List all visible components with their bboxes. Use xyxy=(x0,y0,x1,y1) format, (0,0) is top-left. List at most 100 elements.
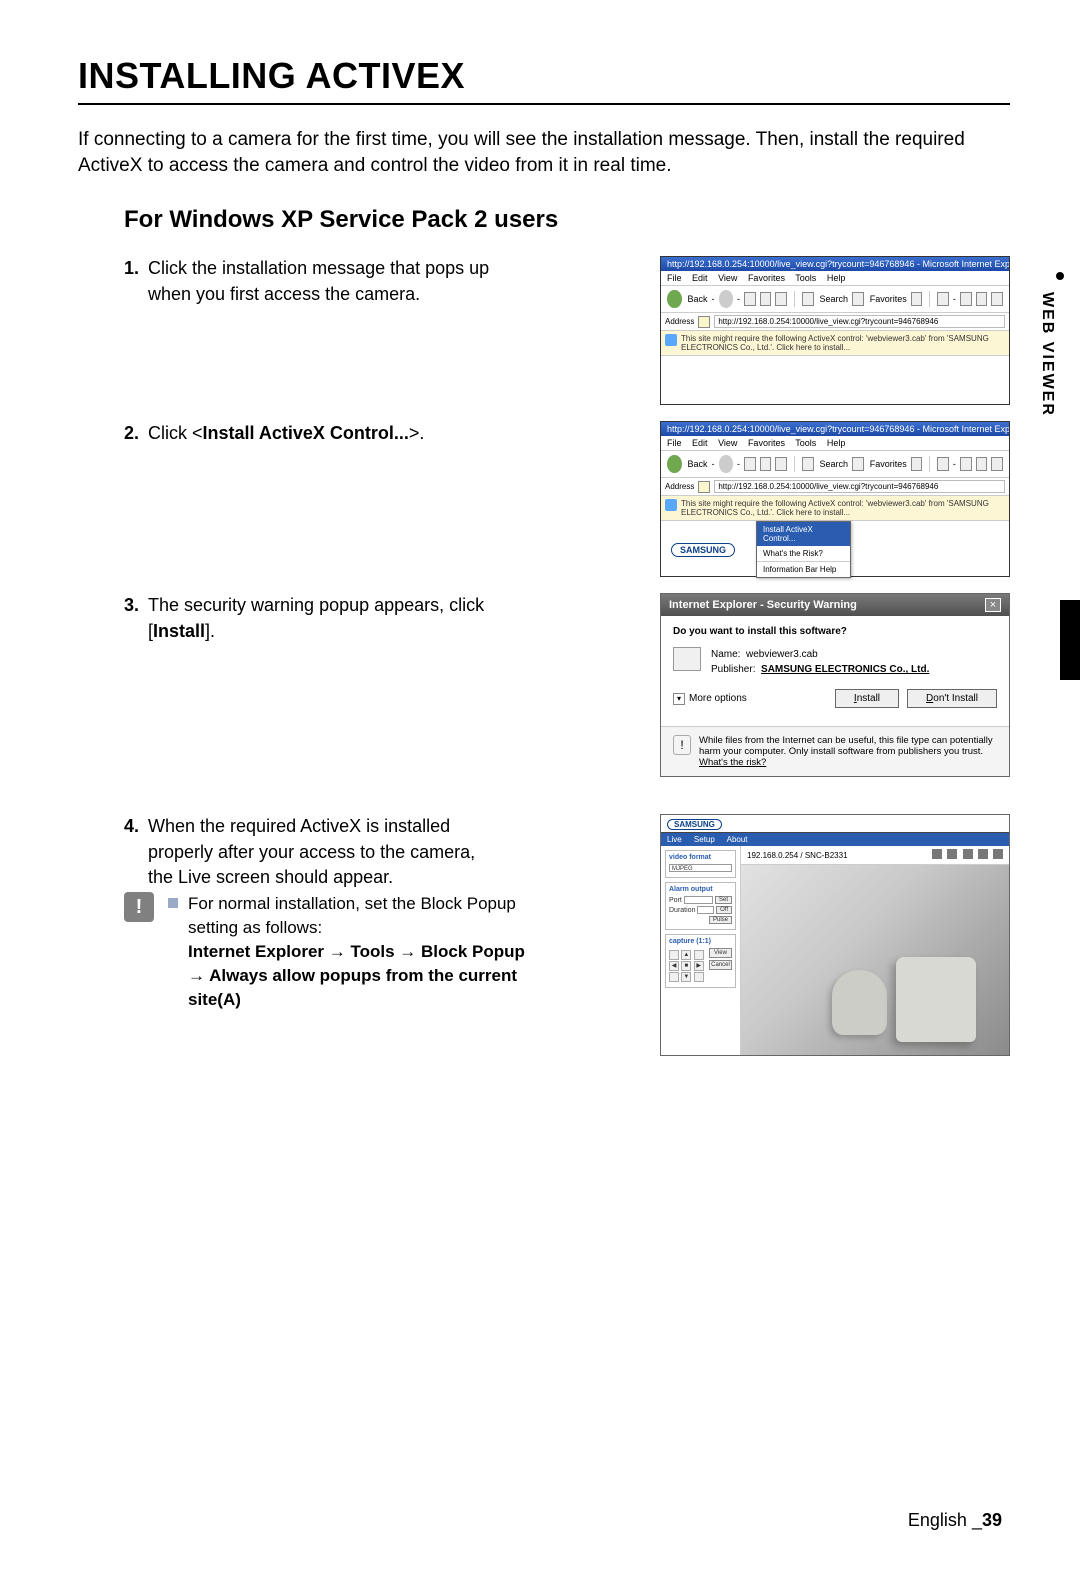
refresh-icon[interactable] xyxy=(760,457,772,471)
ctx-whats-the-risk[interactable]: What's the Risk? xyxy=(757,546,850,561)
port-input[interactable] xyxy=(684,896,713,904)
live-tool-icon[interactable] xyxy=(993,849,1003,859)
menu-tools[interactable]: Tools xyxy=(795,273,816,283)
address-label: Address xyxy=(665,317,694,326)
edit-icon[interactable] xyxy=(976,457,988,471)
menu-favorites[interactable]: Favorites xyxy=(748,438,785,448)
menu-favorites[interactable]: Favorites xyxy=(748,273,785,283)
refresh-icon[interactable] xyxy=(760,292,772,306)
menu-help[interactable]: Help xyxy=(827,438,846,448)
tab-live[interactable]: Live xyxy=(667,835,682,844)
infobar-context-menu: Install ActiveX Control... What's the Ri… xyxy=(756,521,851,578)
dash3: - xyxy=(953,294,956,304)
subtitle: For Windows XP Service Pack 2 users xyxy=(124,206,1010,234)
ie1-window-title: http://192.168.0.254:10000/live_view.cgi… xyxy=(661,257,1009,271)
note-line1: For normal installation, set the Block P… xyxy=(188,894,516,937)
step-4-number: 4. xyxy=(124,814,148,890)
back-icon[interactable] xyxy=(667,455,682,473)
forward-icon[interactable] xyxy=(719,455,734,473)
home-icon[interactable] xyxy=(775,292,787,306)
ie1-information-bar[interactable]: This site might require the following Ac… xyxy=(661,331,1009,356)
arrow-up-icon[interactable]: ▲ xyxy=(681,950,691,960)
duration-label: Duration xyxy=(669,907,695,914)
print-icon[interactable] xyxy=(960,292,972,306)
dont-install-button[interactable]: Don't Install xyxy=(907,689,997,708)
ie2-information-bar[interactable]: This site might require the following Ac… xyxy=(661,496,1009,521)
search-icon[interactable] xyxy=(802,292,814,306)
live-sidebar: video format MJPEG Alarm output Port xyxy=(661,846,741,1055)
home-icon[interactable] xyxy=(775,457,787,471)
ie2-content: SAMSUNG Install ActiveX Control... What'… xyxy=(661,521,1009,576)
tab-setup[interactable]: Setup xyxy=(694,835,715,844)
note-block: ! For normal installation, set the Block… xyxy=(124,892,544,1011)
media-icon[interactable] xyxy=(911,457,923,471)
page-title: INSTALLING ACTIVEX xyxy=(78,55,1010,105)
search-label: Search xyxy=(820,294,849,304)
edit-icon[interactable] xyxy=(976,292,988,306)
discuss-icon[interactable] xyxy=(991,292,1003,306)
forward-icon[interactable] xyxy=(719,290,734,308)
ie2-toolbar: Back - - Search Favorites xyxy=(661,451,1009,478)
tab-about[interactable]: About xyxy=(727,835,748,844)
back-label: Back xyxy=(688,459,708,469)
more-options-toggle[interactable]: ▾ More options xyxy=(673,693,747,705)
ie1-address-bar: Address http://192.168.0.254:10000/live_… xyxy=(661,313,1009,331)
menu-tools[interactable]: Tools xyxy=(795,438,816,448)
dot-icon xyxy=(1056,272,1064,280)
favorites-icon[interactable] xyxy=(852,292,864,306)
ctx-info-bar-help[interactable]: Information Bar Help xyxy=(757,561,850,577)
alarm-output-label: Alarm output xyxy=(669,886,732,893)
ctx-install-activex[interactable]: Install ActiveX Control... xyxy=(757,522,850,546)
stop-icon[interactable] xyxy=(744,457,756,471)
menu-edit[interactable]: Edit xyxy=(692,273,708,283)
live-tool-icon[interactable] xyxy=(978,849,988,859)
step-2-number: 2. xyxy=(124,421,148,571)
menu-file[interactable]: File xyxy=(667,273,682,283)
discuss-icon[interactable] xyxy=(991,457,1003,471)
cancel-button[interactable]: Cancel xyxy=(709,960,732,970)
ie2-address-bar: Address http://192.168.0.254:10000/live_… xyxy=(661,478,1009,496)
live-toolbar-icons xyxy=(929,849,1003,861)
media-icon[interactable] xyxy=(911,292,923,306)
search-icon[interactable] xyxy=(802,457,814,471)
samsung-logo: SAMSUNG xyxy=(671,543,735,557)
arrow-down-icon[interactable]: ▼ xyxy=(681,972,691,982)
mail-icon[interactable] xyxy=(937,292,949,306)
dash: - xyxy=(712,294,715,304)
off-button[interactable]: Off xyxy=(716,906,732,914)
arrow-right-icon[interactable]: ▶ xyxy=(694,961,704,971)
print-icon[interactable] xyxy=(960,457,972,471)
stop-icon[interactable] xyxy=(744,292,756,306)
menu-edit[interactable]: Edit xyxy=(692,438,708,448)
view-button[interactable]: View xyxy=(709,948,732,958)
address-url[interactable]: http://192.168.0.254:10000/live_view.cgi… xyxy=(714,480,1005,493)
capture-label: capture (1:1) xyxy=(669,938,732,945)
set-button[interactable]: Set xyxy=(715,896,732,904)
close-icon[interactable]: × xyxy=(985,598,1001,612)
mail-icon[interactable] xyxy=(937,457,949,471)
menu-view[interactable]: View xyxy=(718,273,737,283)
duration-input[interactable] xyxy=(697,906,714,914)
whats-the-risk-link[interactable]: What's the risk? xyxy=(699,757,766,768)
menu-file[interactable]: File xyxy=(667,438,682,448)
sec-title-text: Internet Explorer - Security Warning xyxy=(669,599,857,611)
pulse-button[interactable]: Pulse xyxy=(709,916,732,924)
sec-publisher-link[interactable]: SAMSUNG ELECTRONICS Co., Ltd. xyxy=(761,664,929,675)
back-icon[interactable] xyxy=(667,290,682,308)
live-tool-icon[interactable] xyxy=(963,849,973,859)
install-button[interactable]: Install xyxy=(835,689,899,708)
video-format-label: video format xyxy=(669,854,732,861)
live-tool-icon[interactable] xyxy=(932,849,942,859)
address-url[interactable]: http://192.168.0.254:10000/live_view.cgi… xyxy=(714,315,1005,328)
nav-center-icon[interactable]: ■ xyxy=(681,961,691,971)
live-tool-icon[interactable] xyxy=(947,849,957,859)
favorites-label: Favorites xyxy=(870,459,907,469)
page-icon xyxy=(698,481,710,493)
note-icon: ! xyxy=(124,892,154,922)
side-black-marker xyxy=(1060,600,1080,680)
menu-view[interactable]: View xyxy=(718,438,737,448)
arrow-left-icon[interactable]: ◀ xyxy=(669,961,679,971)
menu-help[interactable]: Help xyxy=(827,273,846,283)
video-format-select[interactable]: MJPEG xyxy=(669,864,732,872)
favorites-icon[interactable] xyxy=(852,457,864,471)
